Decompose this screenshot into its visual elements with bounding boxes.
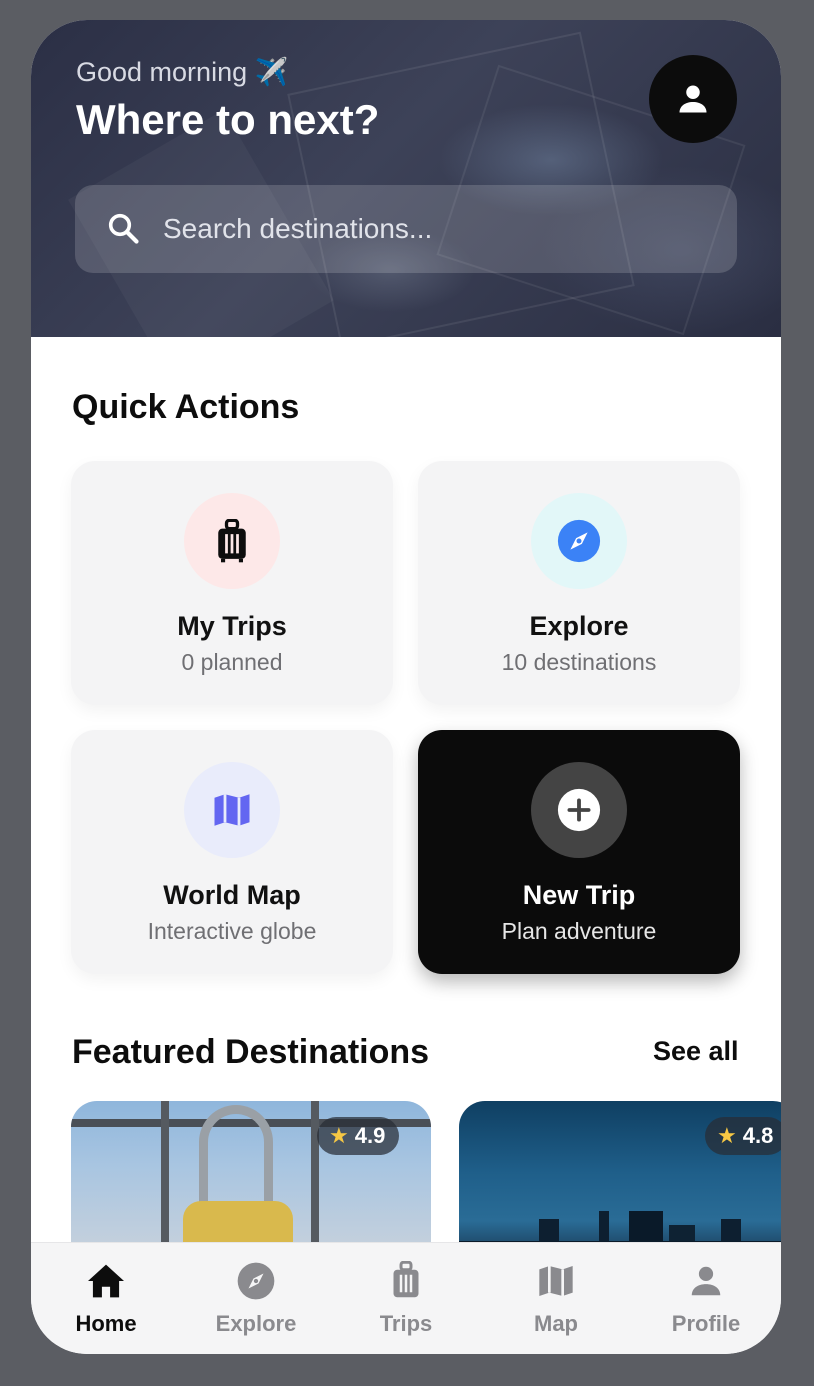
tab-trips[interactable]: Trips: [331, 1243, 481, 1354]
rating-value: 4.9: [354, 1123, 386, 1148]
my-trips-card[interactable]: My Trips 0 planned: [71, 461, 393, 705]
explore-label: Explore: [529, 611, 629, 641]
star-icon: ★: [717, 1123, 737, 1148]
luggage-icon: [393, 1261, 419, 1298]
search-bar[interactable]: [75, 185, 737, 273]
world-map-icon-bubble: [184, 762, 280, 858]
plus-circle-icon: [557, 788, 601, 832]
see-all-link[interactable]: See all: [653, 1036, 739, 1067]
my-trips-icon-bubble: [184, 493, 280, 589]
app-screen: Good morning ✈️ Where to next? Quick Act…: [31, 20, 781, 1354]
star-icon: ★: [329, 1123, 349, 1148]
luggage-icon: [218, 519, 246, 563]
compass-icon: [237, 1262, 275, 1300]
new-trip-label: New Trip: [522, 880, 636, 910]
featured-destinations-title: Featured Destinations: [72, 1033, 430, 1071]
tab-label: Home: [75, 1311, 137, 1336]
rating-badge: ★ 4.9: [317, 1117, 400, 1155]
tab-explore[interactable]: Explore: [181, 1243, 331, 1354]
world-map-label: World Map: [163, 880, 301, 910]
page-title: Where to next?: [76, 96, 380, 143]
profile-button[interactable]: [649, 55, 737, 143]
new-trip-icon-bubble: [531, 762, 627, 858]
new-trip-subtitle: Plan adventure: [501, 918, 657, 944]
world-map-card[interactable]: World Map Interactive globe: [71, 730, 393, 974]
new-trip-card[interactable]: New Trip Plan adventure: [418, 730, 740, 974]
map-icon: [539, 1266, 573, 1296]
search-icon: [108, 213, 139, 244]
bottom-tab-bar: Home Explore Trips Map Profile: [31, 1242, 781, 1354]
user-icon: [691, 1266, 721, 1296]
explore-icon-bubble: [531, 493, 627, 589]
search-input[interactable]: [163, 185, 703, 273]
tab-map[interactable]: Map: [481, 1243, 631, 1354]
quick-actions-title: Quick Actions: [72, 388, 300, 426]
compass-icon: [557, 519, 601, 563]
tab-label: Profile: [671, 1311, 741, 1336]
tab-home[interactable]: Home: [31, 1243, 181, 1354]
rating-value: 4.8: [742, 1123, 774, 1148]
tab-label: Map: [534, 1311, 578, 1336]
hero-header: Good morning ✈️ Where to next?: [31, 20, 781, 391]
my-trips-subtitle: 0 planned: [181, 649, 283, 675]
greeting-text: Good morning ✈️: [76, 57, 289, 87]
destination-card[interactable]: ★ 4.9: [71, 1101, 431, 1261]
home-icon: [88, 1264, 124, 1298]
tab-profile[interactable]: Profile: [631, 1243, 781, 1354]
tab-label: Trips: [379, 1311, 433, 1336]
my-trips-label: My Trips: [177, 611, 287, 641]
rating-badge: ★ 4.8: [705, 1117, 781, 1155]
user-icon: [679, 85, 707, 113]
world-map-subtitle: Interactive globe: [147, 918, 317, 944]
explore-subtitle: 10 destinations: [501, 649, 657, 675]
map-icon: [214, 794, 250, 826]
destination-card[interactable]: ★ 4.8: [459, 1101, 781, 1261]
tab-label: Explore: [215, 1311, 297, 1336]
explore-card[interactable]: Explore 10 destinations: [418, 461, 740, 705]
